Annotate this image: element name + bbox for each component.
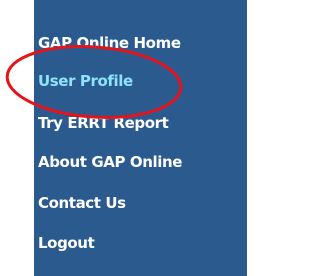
nav-link-gap-online-home[interactable]: GAP Online Home (38, 33, 181, 53)
nav-link-contact-us[interactable]: Contact Us (38, 193, 126, 213)
nav-link-about-gap-online[interactable]: About GAP Online (38, 152, 182, 172)
nav-link-try-errt-report[interactable]: Try ERRT Report (38, 113, 169, 133)
nav-link-logout[interactable]: Logout (38, 233, 95, 253)
screenshot-stage: GAP Online Home User Profile Try ERRT Re… (0, 0, 247, 276)
nav-link-user-profile[interactable]: User Profile (38, 71, 133, 91)
